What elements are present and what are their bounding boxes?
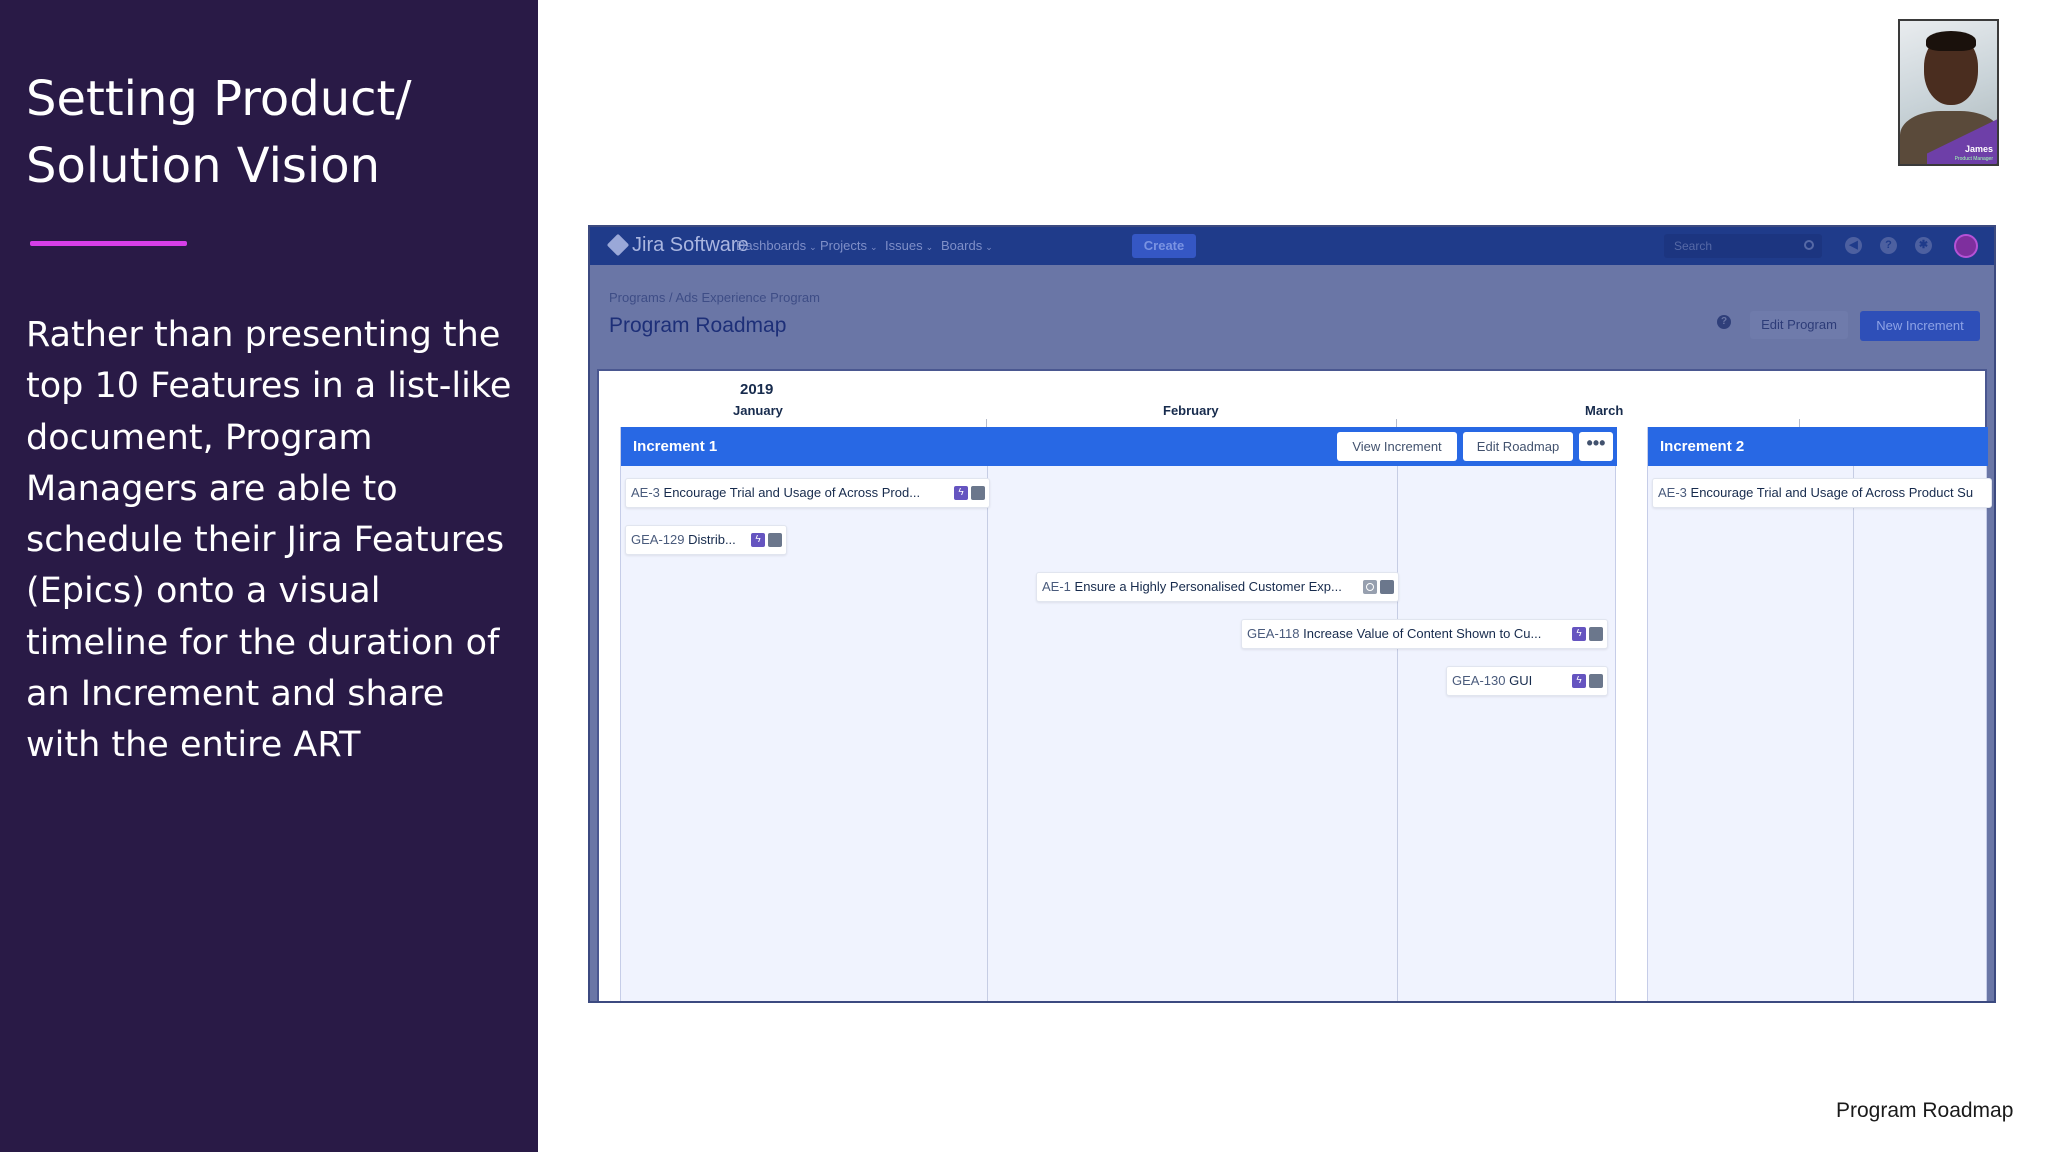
notifications-icon[interactable]: ◀ — [1845, 237, 1862, 254]
slide-title: Setting Product/ Solution Vision — [26, 71, 412, 194]
circle-icon — [1363, 580, 1377, 594]
nav-dashboards[interactable]: Dashboards ⌄ — [736, 238, 817, 253]
edit-roadmap-button[interactable]: Edit Roadmap — [1463, 432, 1573, 461]
month-march: March — [1585, 403, 1624, 418]
bolt-icon: ϟ — [1572, 674, 1586, 688]
increment-2-title[interactable]: Increment 2 — [1660, 438, 1744, 455]
month-divider — [987, 466, 988, 1001]
jira-logo[interactable]: Jira Software — [606, 233, 749, 257]
jira-logo-text: Jira Software — [632, 233, 749, 256]
feature-key: GEA-118 — [1247, 626, 1300, 641]
month-divider — [1397, 466, 1398, 1001]
increment-1-header: Increment 1 View Increment Edit Roadmap … — [621, 427, 1617, 466]
create-button[interactable]: Create — [1132, 234, 1196, 258]
increment-2-header: Increment 2 — [1648, 427, 1988, 466]
status-square-icon — [1589, 627, 1603, 641]
slide-caption: Program Roadmap — [1836, 1099, 2014, 1122]
chevron-down-icon: ⌄ — [809, 242, 817, 252]
nav-issues-label: Issues — [885, 238, 923, 253]
user-avatar[interactable] — [1954, 234, 1978, 258]
search-input[interactable]: Search — [1664, 234, 1822, 258]
bolt-icon: ϟ — [751, 533, 765, 547]
feature-title: Ensure a Highly Personalised Customer Ex… — [1074, 579, 1342, 594]
search-placeholder: Search — [1674, 239, 1713, 253]
feature-card[interactable]: GEA-129 Distrib... ϟ — [625, 525, 787, 555]
month-january: January — [733, 403, 783, 418]
presenter-webcam: James Product Manager — [1898, 19, 1999, 166]
feature-title: GUI — [1509, 673, 1533, 688]
title-underline — [30, 241, 187, 246]
nav-boards[interactable]: Boards ⌄ — [941, 238, 993, 253]
nav-dashboards-label: Dashboards — [736, 238, 807, 253]
feature-key: AE-1 — [1042, 579, 1071, 594]
month-february: February — [1163, 403, 1219, 418]
feature-key: AE-3 — [1658, 485, 1687, 500]
status-square-icon — [1380, 580, 1394, 594]
feature-key: GEA-129 — [631, 532, 685, 547]
feature-title: Encourage Trial and Usage of Across Prod… — [1690, 485, 1974, 500]
feature-title: Distrib... — [688, 532, 736, 547]
jira-screenshot: Jira Software Dashboards ⌄ Projects ⌄ Issu… — [588, 225, 1996, 1003]
more-options-icon[interactable]: ••• — [1579, 432, 1613, 461]
bolt-icon: ϟ — [1572, 627, 1586, 641]
month-divider — [1853, 466, 1854, 1001]
search-icon — [1804, 240, 1814, 250]
presenter-hair — [1926, 31, 1976, 51]
feature-card[interactable]: AE-3 Encourage Trial and Usage of Across… — [1652, 478, 1992, 508]
jira-diamond-icon — [606, 233, 630, 257]
feature-key: AE-3 — [631, 485, 660, 500]
nav-projects[interactable]: Projects ⌄ — [820, 238, 878, 253]
jira-top-navbar: Jira Software Dashboards ⌄ Projects ⌄ Issu… — [590, 227, 1994, 265]
breadcrumb[interactable]: Programs / Ads Experience Program — [609, 290, 820, 305]
slide-left-panel: Setting Product/ Solution Vision Rather … — [0, 0, 538, 1152]
new-increment-button[interactable]: New Increment — [1860, 311, 1980, 341]
feature-card[interactable]: AE-3 Encourage Trial and Usage of Across… — [625, 478, 990, 508]
chevron-down-icon: ⌄ — [869, 242, 878, 252]
edit-program-button[interactable]: Edit Program — [1750, 311, 1848, 339]
status-square-icon — [971, 486, 985, 500]
help-icon[interactable]: ? — [1880, 237, 1897, 254]
increment-2-lane: Increment 2 AE-3 Encourage Trial and Usa… — [1647, 427, 1992, 1001]
settings-gear-icon[interactable]: ✱ — [1915, 237, 1932, 254]
chevron-down-icon: ⌄ — [985, 242, 993, 252]
status-square-icon — [1589, 674, 1603, 688]
feature-title: Increase Value of Content Shown to Cu... — [1303, 626, 1542, 641]
question-icon[interactable]: ? — [1717, 315, 1731, 329]
timeline-year: 2019 — [740, 381, 774, 398]
page-title: Program Roadmap — [609, 314, 787, 337]
feature-title: Encourage Trial and Usage of Across Prod… — [663, 485, 921, 500]
nav-projects-label: Projects — [820, 238, 867, 253]
feature-card[interactable]: GEA-130 GUI ϟ — [1446, 666, 1608, 696]
chevron-down-icon: ⌄ — [925, 242, 934, 252]
status-square-icon — [768, 533, 782, 547]
increment-1-title[interactable]: Increment 1 — [633, 438, 717, 455]
nav-issues[interactable]: Issues ⌄ — [885, 238, 933, 253]
feature-card[interactable]: GEA-118 Increase Value of Content Shown … — [1241, 619, 1608, 649]
bolt-icon: ϟ — [954, 486, 968, 500]
presenter-name: James — [1964, 144, 1993, 154]
roadmap-board: 2019 January February March Increment 1 … — [597, 369, 1992, 1001]
presenter-role: Product Manager — [1954, 156, 1993, 162]
feature-key: GEA-130 — [1452, 673, 1506, 688]
nav-boards-label: Boards — [941, 238, 983, 253]
slide-body-text: Rather than presenting the top 10 Featur… — [26, 315, 512, 766]
increment-1-lane: Increment 1 View Increment Edit Roadmap … — [620, 427, 1617, 1001]
view-increment-button[interactable]: View Increment — [1337, 432, 1457, 461]
feature-card[interactable]: AE-1 Ensure a Highly Personalised Custom… — [1036, 572, 1399, 602]
